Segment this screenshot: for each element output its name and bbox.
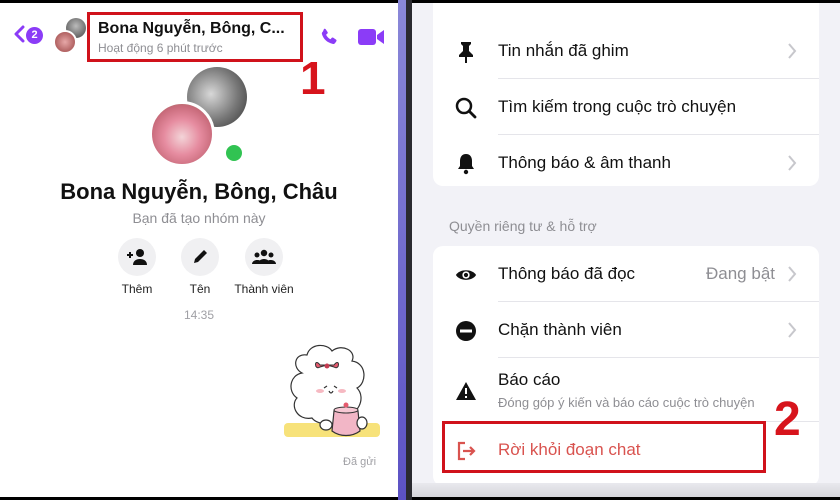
report-label: Báo cáo [498, 370, 561, 389]
group-avatar-primary[interactable] [149, 101, 215, 167]
chevron-right-icon [788, 266, 797, 282]
chevron-right-icon [788, 43, 797, 59]
bottom-shade [412, 483, 840, 497]
report-row[interactable]: Báo cáo Đóng góp ý kiến và báo cáo cuộc … [433, 358, 819, 422]
notifications-sound-row[interactable]: Thông báo & âm thanh [433, 135, 819, 191]
members-icon [252, 249, 276, 264]
pencil-icon [194, 250, 207, 263]
read-receipts-label: Thông báo đã đọc [498, 264, 636, 283]
search-icon [455, 97, 477, 119]
search-conversation-label: Tìm kiếm trong cuộc trò chuyện [498, 97, 737, 116]
add-member-button[interactable]: Thêm [102, 238, 172, 296]
bell-icon [458, 154, 474, 175]
settings-group-1: Tin nhắn đã ghim Tìm kiếm trong cuộc trò… [433, 3, 819, 186]
read-receipts-row[interactable]: Thông báo đã đọc Đang bật [433, 246, 819, 302]
divider [398, 0, 406, 500]
phone-icon[interactable] [318, 26, 340, 48]
highlight-box-2 [442, 421, 766, 473]
message-timestamp: 14:35 [183, 308, 215, 322]
search-conversation-row[interactable]: Tìm kiếm trong cuộc trò chuyện [433, 79, 819, 135]
add-person-icon [127, 249, 147, 265]
report-sublabel: Đóng góp ý kiến và báo cáo cuộc trò chuy… [498, 395, 755, 410]
video-camera-icon[interactable] [357, 27, 385, 47]
group-subtitle: Bạn đã tạo nhóm này [132, 210, 266, 226]
chevron-right-icon [788, 322, 797, 338]
block-members-label: Chặn thành viên [498, 320, 622, 339]
eye-icon [455, 270, 477, 280]
block-icon [456, 321, 476, 341]
members-button[interactable]: Thành viên [229, 238, 299, 296]
online-indicator [226, 145, 242, 161]
annotation-number-2: 2 [774, 393, 801, 446]
block-members-row[interactable]: Chặn thành viên [433, 302, 819, 358]
screenshot-frame: 2 Bona Nguyễn, Bông, C... Hoạt động 6 ph… [0, 0, 840, 500]
pinned-messages-label: Tin nhắn đã ghim [498, 41, 629, 60]
privacy-support-section-title: Quyền riêng tư & hỗ trợ [449, 218, 597, 234]
pinned-messages-row[interactable]: Tin nhắn đã ghim [433, 23, 819, 79]
chevron-right-icon [788, 155, 797, 171]
group-name: Bona Nguyễn, Bông, Châu [60, 179, 338, 204]
pin-icon [459, 42, 473, 63]
message-status: Đã gửi [343, 456, 377, 468]
members-label: Thành viên [234, 282, 294, 296]
chat-screen: 2 Bona Nguyễn, Bông, C... Hoạt động 6 ph… [0, 3, 398, 497]
rename-button[interactable]: Tên [165, 238, 235, 296]
rename-label: Tên [189, 282, 211, 296]
unread-badge: 2 [26, 27, 43, 44]
sticker-message[interactable] [282, 343, 382, 443]
add-member-label: Thêm [121, 282, 153, 296]
header-avatar-primary[interactable] [53, 30, 77, 54]
warning-icon [456, 382, 476, 400]
read-receipts-value: Đang bật [706, 264, 775, 283]
annotation-number-1: 1 [300, 52, 326, 104]
back-chevron-icon[interactable] [12, 25, 26, 43]
highlight-box-1 [87, 12, 303, 62]
notifications-sound-label: Thông báo & âm thanh [498, 153, 671, 172]
